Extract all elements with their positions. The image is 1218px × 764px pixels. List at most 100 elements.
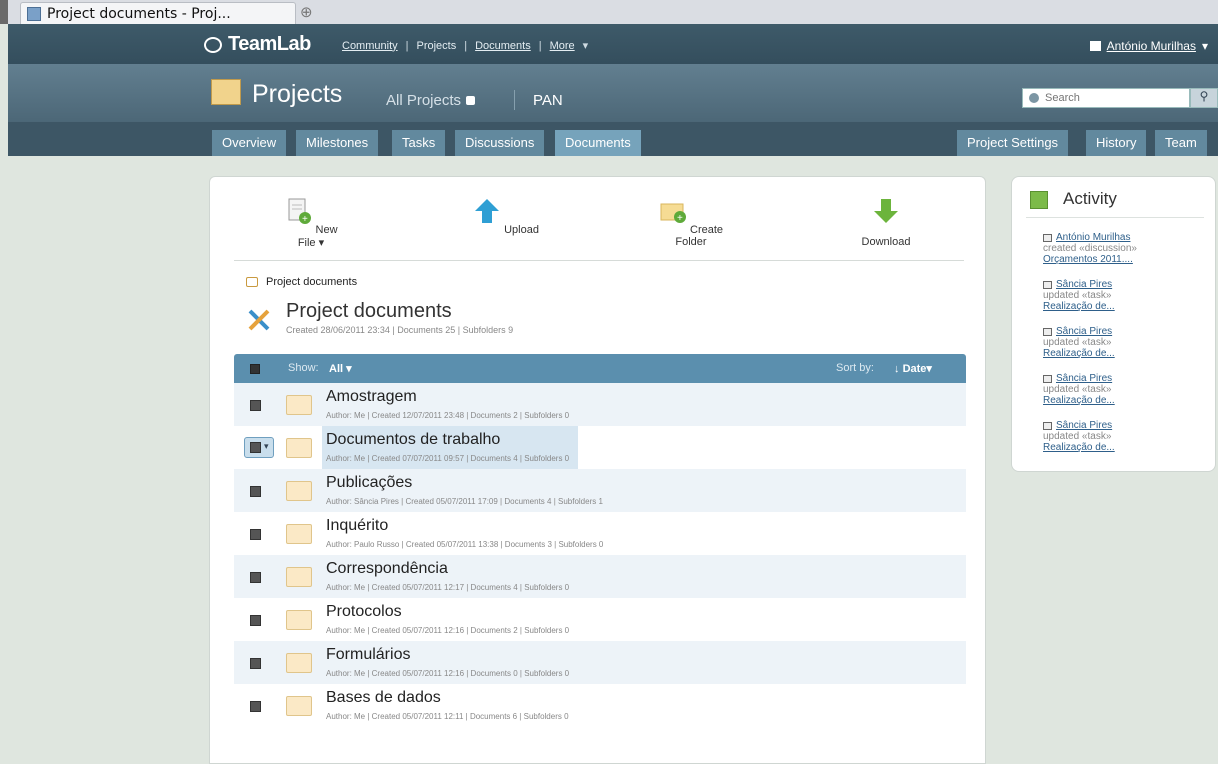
activity-target[interactable]: Orçamentos 2011....	[1043, 254, 1137, 265]
download-icon	[874, 199, 898, 223]
tab-discussions[interactable]: Discussions	[455, 130, 545, 156]
create-folder-button[interactable]: + Create Folder	[646, 197, 736, 248]
svg-text:+: +	[302, 214, 308, 225]
user-icon	[1043, 327, 1052, 336]
breadcrumb-item[interactable]: Project documents	[266, 276, 357, 288]
all-projects-dropdown[interactable]: All Projects	[386, 92, 476, 109]
show-label: Show:	[288, 362, 319, 374]
table-row[interactable]: Formulários Author: Me | Created 05/07/2…	[234, 641, 966, 684]
create-folder-icon: +	[660, 203, 686, 224]
user-icon	[1089, 41, 1101, 51]
row-checkbox[interactable]	[250, 442, 261, 453]
folder-name[interactable]: Inquérito	[326, 517, 388, 535]
search-box[interactable]	[1022, 88, 1190, 108]
folder-name[interactable]: Amostragem	[326, 388, 417, 406]
folder-title: Project documents	[286, 300, 452, 322]
row-checkbox[interactable]	[250, 701, 261, 712]
page-title[interactable]: Projects	[252, 80, 342, 109]
folder-name[interactable]: Correspondência	[326, 560, 448, 578]
tab-team[interactable]: Team	[1155, 130, 1207, 156]
chevron-down-icon: ▾	[346, 363, 352, 375]
project-name[interactable]: PAN	[533, 92, 563, 109]
activity-user[interactable]: Sância Pires	[1056, 279, 1112, 290]
folder-icon	[286, 524, 312, 544]
tab-overview[interactable]: Overview	[212, 130, 287, 156]
download-button[interactable]: Download	[851, 197, 921, 248]
folder-meta: Created 28/06/2011 23:34 | Documents 25 …	[286, 325, 514, 335]
user-menu[interactable]: António Murilhas ▾	[1089, 39, 1208, 53]
folder-name[interactable]: Publicações	[326, 474, 412, 492]
projects-icon	[211, 79, 241, 105]
link-community[interactable]: Community	[342, 40, 398, 52]
folder-icon	[286, 438, 312, 458]
documents-panel: + New File ▾ Upload + Create Folder Down…	[209, 176, 986, 764]
row-checkbox[interactable]	[250, 529, 261, 540]
link-more[interactable]: More	[550, 40, 575, 52]
sort-dropdown[interactable]: ↓ Date▾	[894, 362, 932, 375]
new-file-button[interactable]: + New File ▾	[276, 197, 346, 249]
folder-name[interactable]: Documentos de trabalho	[326, 431, 500, 449]
table-row[interactable]: ▾ Documentos de trabalho Author: Me | Cr…	[234, 426, 966, 469]
tab-project-settings[interactable]: Project Settings	[957, 130, 1069, 156]
activity-target[interactable]: Realização de...	[1043, 395, 1115, 406]
user-icon	[1043, 374, 1052, 383]
row-checkbox[interactable]	[250, 572, 261, 583]
activity-user[interactable]: António Murilhas	[1056, 232, 1130, 243]
upload-button[interactable]: Upload	[471, 197, 541, 236]
activity-action: updated «task»	[1043, 431, 1112, 442]
row-checkbox[interactable]	[250, 400, 261, 411]
tab-milestones[interactable]: Milestones	[296, 130, 379, 156]
table-row[interactable]: Publicações Author: Sância Pires | Creat…	[234, 469, 966, 512]
sort-direction-icon: ↓	[894, 363, 900, 375]
row-checkbox[interactable]	[250, 658, 261, 669]
show-value: All	[329, 363, 344, 375]
table-row[interactable]: Inquérito Author: Paulo Russo | Created …	[234, 512, 966, 555]
favicon-icon	[27, 6, 41, 21]
activity-action: created «discussion»	[1043, 243, 1137, 254]
select-all-checkbox[interactable]	[250, 364, 260, 374]
table-row[interactable]: Correspondência Author: Me | Created 05/…	[234, 555, 966, 598]
activity-target[interactable]: Realização de...	[1043, 301, 1115, 312]
chevron-down-icon[interactable]: ▾	[583, 39, 589, 52]
table-row[interactable]: Bases de dados Author: Me | Created 05/0…	[234, 684, 966, 727]
link-projects[interactable]: Projects	[416, 40, 456, 52]
folder-name[interactable]: Formulários	[326, 646, 410, 664]
show-filter[interactable]: All ▾	[329, 362, 352, 375]
row-checkbox-menu[interactable]: ▾	[244, 437, 274, 458]
folder-name[interactable]: Protocolos	[326, 603, 402, 621]
divider	[514, 90, 515, 110]
projects-header: Projects All Projects PAN ⚲	[8, 64, 1218, 122]
folder-name[interactable]: Bases de dados	[326, 689, 441, 707]
activity-user[interactable]: Sância Pires	[1056, 420, 1112, 431]
dropdown-icon	[466, 96, 476, 105]
table-row[interactable]: Protocolos Author: Me | Created 05/07/20…	[234, 598, 966, 641]
search-input[interactable]	[1045, 92, 1175, 104]
folder-icon	[286, 481, 312, 501]
link-documents[interactable]: Documents	[475, 40, 531, 52]
teamlab-logo[interactable]: TeamLab	[204, 33, 311, 56]
row-checkbox[interactable]	[250, 615, 261, 626]
search-button[interactable]: ⚲	[1190, 88, 1218, 108]
folder-icon	[286, 610, 312, 630]
divider	[1026, 217, 1204, 218]
folder-row-meta: Author: Me | Created 05/07/2011 12:16 | …	[326, 626, 570, 635]
row-checkbox[interactable]	[250, 486, 261, 497]
activity-item: Sância Pires updated «task» Realização d…	[1043, 420, 1115, 453]
activity-item: Sância Pires updated «task» Realização d…	[1043, 326, 1115, 359]
browser-tab[interactable]: Project documents - Proj...	[20, 2, 296, 24]
chevron-down-icon: ▾	[318, 237, 325, 249]
activity-user[interactable]: Sância Pires	[1056, 373, 1112, 384]
tab-tasks[interactable]: Tasks	[392, 130, 446, 156]
activity-target[interactable]: Realização de...	[1043, 442, 1115, 453]
sort-label: Sort by:	[836, 362, 874, 374]
search-scope-icon	[1029, 93, 1039, 103]
activity-target[interactable]: Realização de...	[1043, 348, 1115, 359]
table-row[interactable]: Amostragem Author: Me | Created 12/07/20…	[234, 383, 966, 426]
user-icon	[1043, 280, 1052, 289]
tab-documents[interactable]: Documents	[555, 130, 641, 156]
new-tab-icon[interactable]: ⊕	[300, 3, 313, 21]
top-bar: TeamLab Community | Projects | Documents…	[8, 24, 1218, 64]
divider	[234, 260, 964, 261]
tab-history[interactable]: History	[1086, 130, 1147, 156]
activity-user[interactable]: Sância Pires	[1056, 326, 1112, 337]
